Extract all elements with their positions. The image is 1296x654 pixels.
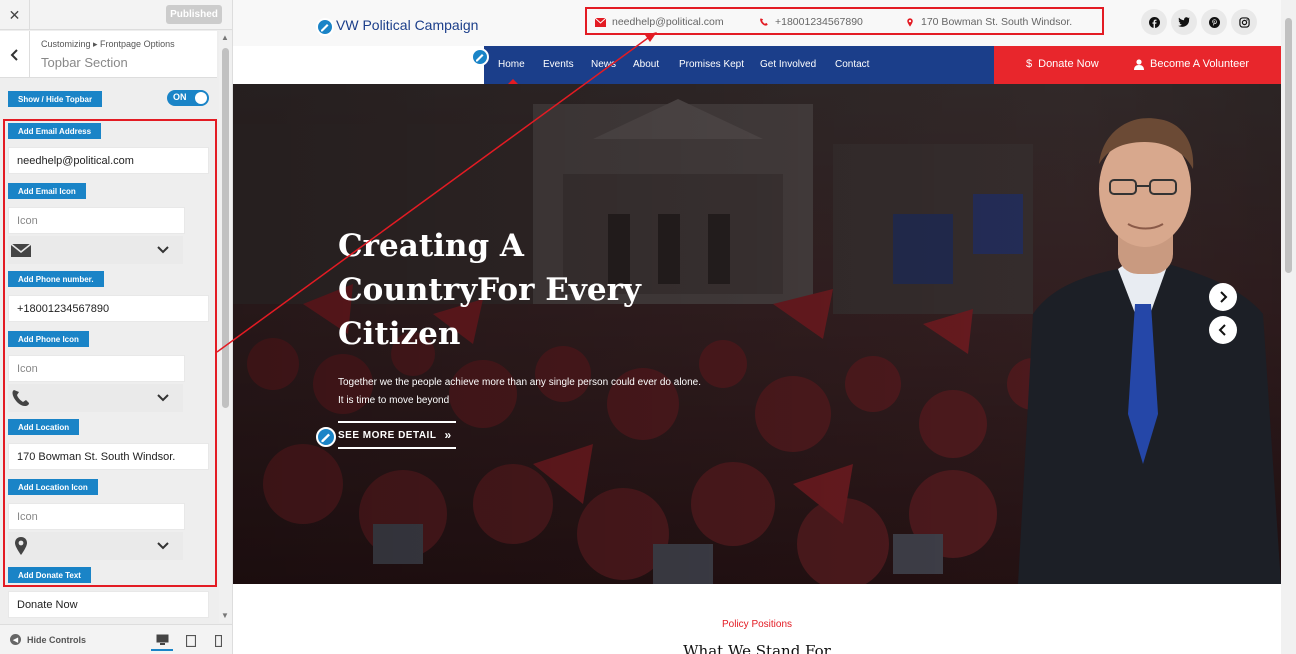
mobile-preview-button[interactable]	[207, 631, 229, 651]
site-preview: VW Political Campaign needhelp@political…	[233, 0, 1296, 654]
slider-next-button[interactable]	[1209, 283, 1237, 311]
donate-now-button[interactable]: $ Donate Now	[1026, 58, 1099, 70]
chevron-left-icon	[1218, 324, 1226, 336]
topbar-address-text: 170 Bowman St. South Windsor.	[921, 16, 1073, 28]
customizer-sidebar: ✕ Published Customizing ▸ Frontpage Opti…	[0, 0, 233, 654]
topbar-email[interactable]: needhelp@political.com	[595, 16, 724, 28]
donate-text-field[interactable]: Donate Now	[8, 591, 209, 618]
instagram-link[interactable]	[1231, 9, 1257, 35]
topbar-email-text: needhelp@political.com	[612, 16, 724, 28]
see-more-detail-label: SEE MORE DETAIL	[338, 429, 437, 441]
section-header: Customizing ▸ Frontpage Options Topbar S…	[0, 31, 217, 78]
edit-shortcut-menu[interactable]	[471, 48, 489, 66]
nav-item-events[interactable]: Events	[543, 59, 574, 70]
back-button[interactable]	[0, 31, 30, 78]
double-chevron-right-icon: »	[444, 428, 452, 442]
site-topbar: VW Political Campaign needhelp@political…	[233, 0, 1281, 46]
phone-icon	[760, 18, 768, 26]
sidebar-scrollbar[interactable]: ▲ ▼	[219, 31, 232, 623]
user-icon	[1134, 58, 1144, 70]
twitter-link[interactable]	[1171, 9, 1197, 35]
envelope-icon	[595, 17, 606, 27]
topbar-phone[interactable]: +18001234567890	[759, 16, 863, 28]
chevron-right-icon	[1220, 291, 1228, 303]
cta-bar: $ Donate Now Become A Volunteer	[994, 46, 1281, 84]
site-logo[interactable]: VW Political Campaign	[336, 17, 478, 33]
collapse-icon: ◀	[10, 634, 21, 645]
preview-scrollbar-thumb[interactable]	[1285, 18, 1292, 273]
nav-item-contact[interactable]: Contact	[835, 59, 869, 70]
highlight-box	[3, 119, 217, 587]
topbar-phone-text: +18001234567890	[775, 16, 863, 28]
pencil-icon	[321, 433, 330, 443]
policy-section-title: What We Stand For	[683, 642, 831, 654]
breadcrumb: Customizing ▸ Frontpage Options	[41, 39, 175, 49]
tablet-preview-button[interactable]	[180, 631, 202, 651]
hero-slider: Creating A CountryFor Every Citizen Toge…	[233, 84, 1281, 584]
scrollbar-thumb[interactable]	[222, 48, 229, 408]
pencil-icon	[476, 54, 484, 62]
toggle-knob	[195, 92, 207, 104]
nav-item-about[interactable]: About	[633, 59, 659, 70]
edit-shortcut-hero[interactable]	[316, 427, 336, 447]
nav-item-home[interactable]: Home	[498, 59, 525, 70]
section-title: Topbar Section	[41, 55, 128, 70]
become-volunteer-button[interactable]: Become A Volunteer	[1134, 58, 1249, 70]
customizer-footer: ◀ Hide Controls	[0, 624, 232, 654]
nav-item-news[interactable]: News	[591, 59, 616, 70]
main-navigation: Home Events News About Promises Kept Get…	[484, 46, 994, 84]
chevron-left-icon	[10, 48, 18, 61]
slider-prev-button[interactable]	[1209, 316, 1237, 344]
show-hide-topbar-toggle[interactable]: ON	[167, 90, 209, 106]
policy-positions-label: Policy Positions	[721, 619, 793, 630]
desktop-preview-button[interactable]	[151, 631, 173, 651]
pinterest-icon	[1208, 16, 1220, 28]
preview-scrollbar[interactable]	[1281, 0, 1296, 654]
mobile-icon	[214, 635, 222, 647]
twitter-icon	[1178, 17, 1190, 27]
close-customizer-button[interactable]: ✕	[0, 0, 30, 30]
show-hide-topbar-label: Show / Hide Topbar	[8, 91, 103, 107]
scroll-down-icon[interactable]: ▼	[221, 611, 229, 620]
topbar-address: 170 Bowman St. South Windsor.	[905, 16, 1072, 28]
customizer-header: ✕ Published	[0, 0, 232, 30]
nav-item-promises-kept[interactable]: Promises Kept	[679, 59, 744, 70]
hero-subtitle: Together we the people achieve more than…	[338, 377, 702, 406]
hide-controls-label: Hide Controls	[27, 634, 87, 645]
nav-item-get-involved[interactable]: Get Involved	[760, 59, 816, 70]
pencil-icon	[321, 24, 329, 32]
hide-controls-button[interactable]: ◀ Hide Controls	[10, 634, 86, 645]
map-marker-icon	[907, 17, 913, 27]
pinterest-link[interactable]	[1201, 9, 1227, 35]
facebook-link[interactable]	[1141, 9, 1167, 35]
scroll-up-icon[interactable]: ▲	[221, 33, 229, 42]
facebook-icon	[1148, 16, 1160, 28]
dollar-icon: $	[1026, 58, 1033, 70]
donate-now-label: Donate Now	[1038, 58, 1099, 70]
topbar-contact-highlight: needhelp@political.com +18001234567890 1…	[585, 7, 1104, 35]
tablet-icon	[186, 635, 196, 647]
toggle-state: ON	[173, 92, 187, 102]
see-more-detail-button[interactable]: SEE MORE DETAIL »	[338, 421, 456, 449]
published-button[interactable]: Published	[166, 5, 222, 24]
edit-shortcut-logo[interactable]	[316, 18, 334, 36]
instagram-icon	[1238, 16, 1250, 28]
desktop-icon	[156, 634, 168, 645]
become-volunteer-label: Become A Volunteer	[1150, 58, 1250, 70]
hero-title: Creating A CountryFor Every Citizen	[338, 228, 641, 352]
